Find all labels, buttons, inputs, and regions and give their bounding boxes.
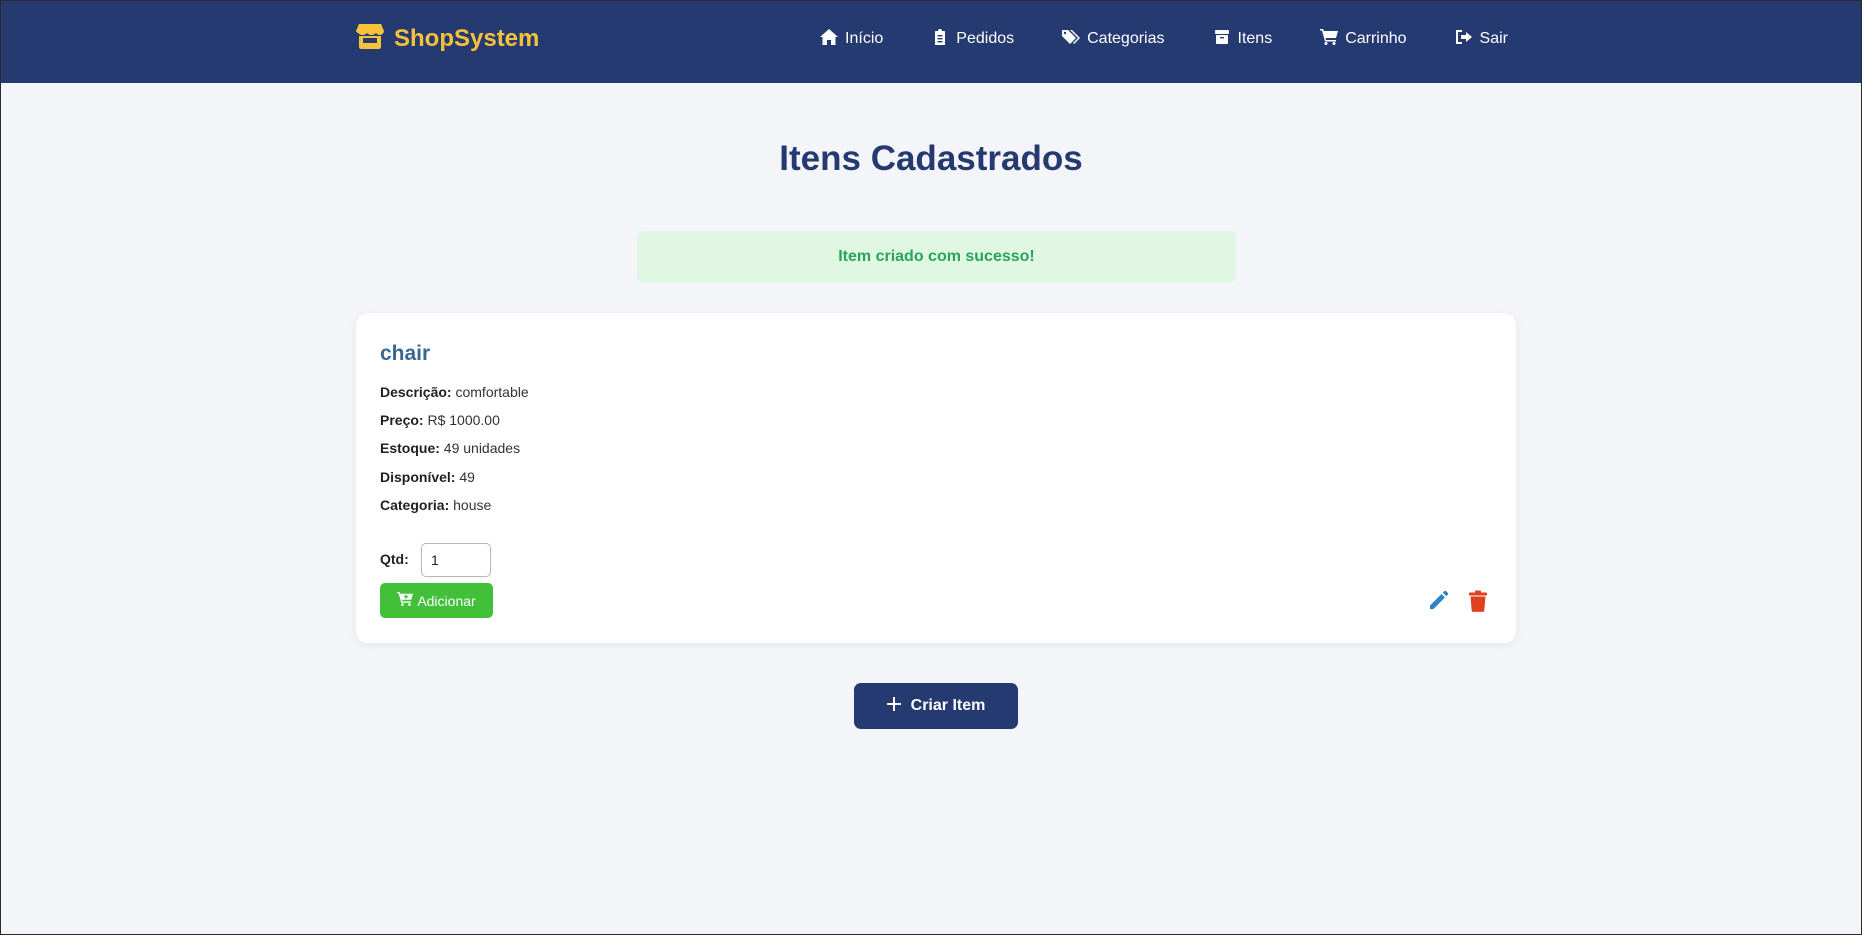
logout-icon (1455, 29, 1473, 50)
description-value: comfortable (455, 384, 529, 400)
item-description: Descrição: comfortable (380, 384, 529, 400)
edit-icon[interactable] (1427, 590, 1449, 612)
store-icon (356, 23, 384, 56)
nav-item-label: Início (845, 30, 884, 47)
clipboard-icon (931, 28, 949, 50)
nav-item-label: Categorias (1087, 30, 1165, 47)
nav-item-categorias[interactable]: Categorias (1062, 29, 1165, 50)
stock-label: Estoque: (380, 440, 440, 456)
create-button-label: Criar Item (910, 697, 986, 714)
nav-item-inicio[interactable]: Início (820, 28, 884, 50)
item-category: Categoria: house (380, 497, 491, 513)
nav-item-pedidos[interactable]: Pedidos (931, 28, 1015, 50)
item-name: chair (380, 342, 431, 365)
add-to-cart-button[interactable]: Adicionar (380, 583, 493, 618)
nav-item-label: Carrinho (1345, 30, 1407, 47)
nav-item-label: Sair (1479, 30, 1508, 47)
trash-icon[interactable] (1468, 590, 1488, 612)
home-icon (820, 28, 839, 50)
description-label: Descrição: (380, 384, 452, 400)
category-value: house (453, 497, 492, 513)
nav-item-carrinho[interactable]: Carrinho (1320, 28, 1407, 50)
brand-logo[interactable]: ShopSystem (356, 23, 539, 55)
item-stock: Estoque: 49 unidades (380, 440, 520, 456)
cart-icon (1320, 28, 1339, 50)
available-label: Disponível: (380, 469, 456, 485)
stock-value: 49 unidades (443, 440, 521, 456)
add-button-label: Adicionar (417, 592, 476, 609)
tags-icon (1062, 29, 1081, 50)
price-label: Preço: (380, 412, 424, 428)
top-navbar: ShopSystem Início Pedidos Categorias Ite… (1, 1, 1861, 83)
quantity-input[interactable] (421, 543, 491, 577)
item-price: Preço: R$ 1000.00 (380, 412, 500, 428)
item-card: chair Descrição: comfortable Preço: R$ 1… (356, 313, 1516, 643)
price-value: R$ 1000.00 (427, 412, 500, 428)
brand-name: ShopSystem (394, 25, 540, 52)
nav-item-sair[interactable]: Sair (1455, 29, 1508, 50)
success-alert: Item criado com sucesso! (637, 231, 1236, 282)
quantity-label: Qtd: (380, 551, 409, 567)
category-label: Categoria: (380, 497, 450, 513)
item-available: Disponível: 49 (380, 469, 475, 485)
page-title: Itens Cadastrados (779, 139, 1083, 178)
nav-links: Início Pedidos Categorias Itens Carrinho (820, 26, 1508, 52)
box-icon (1213, 29, 1231, 50)
create-item-button[interactable]: Criar Item (854, 683, 1018, 729)
nav-item-itens[interactable]: Itens (1213, 29, 1273, 50)
available-value: 49 (459, 469, 475, 485)
plus-icon (886, 696, 901, 716)
nav-item-label: Itens (1237, 30, 1273, 47)
cart-plus-icon (397, 592, 414, 609)
nav-item-label: Pedidos (956, 30, 1015, 47)
